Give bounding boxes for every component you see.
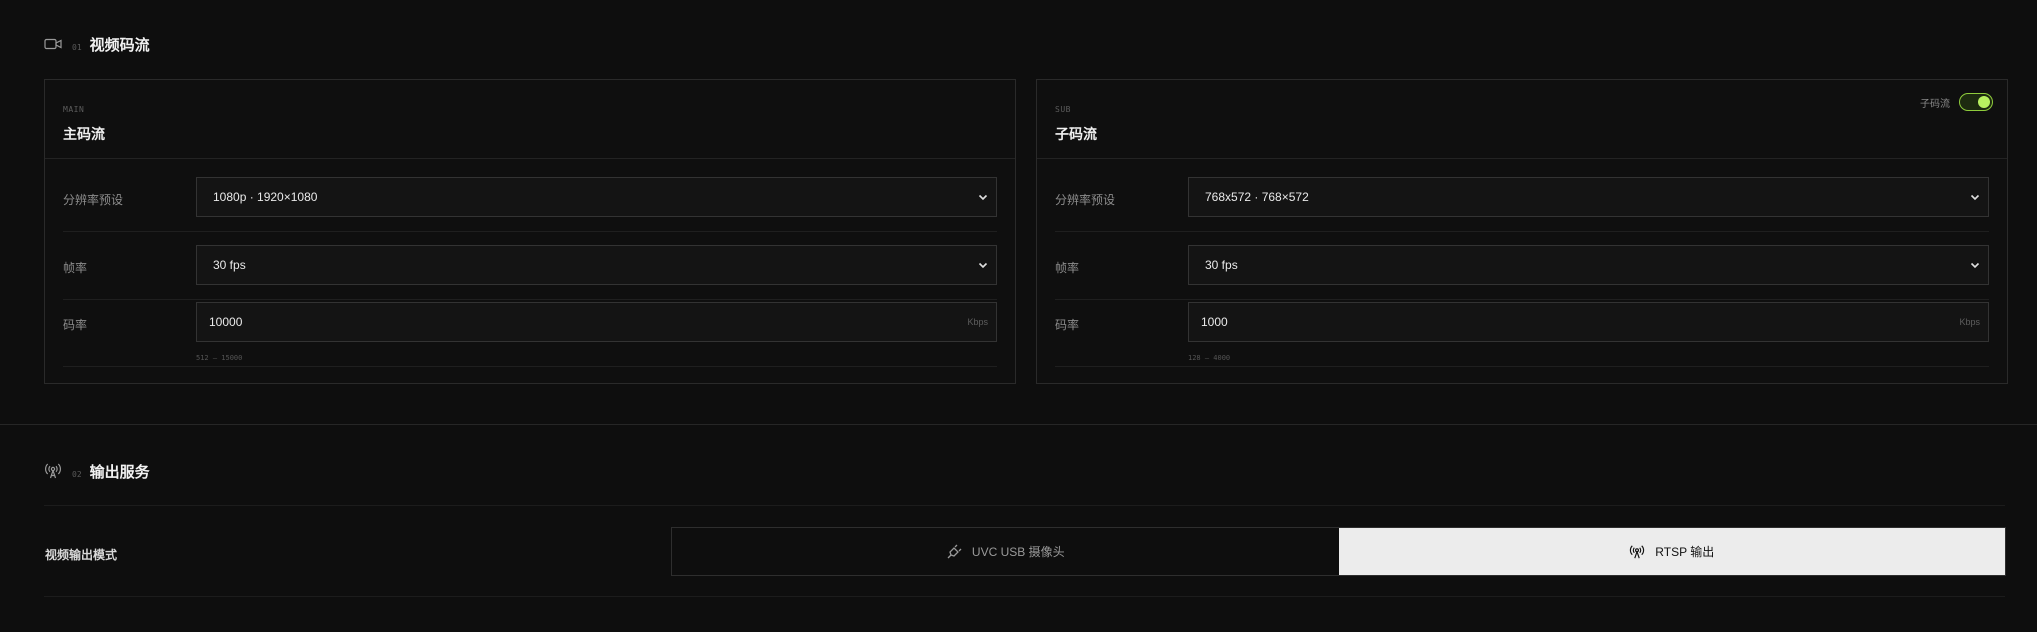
divider (45, 158, 1015, 159)
chevron-down-icon (976, 258, 990, 272)
output-mode-label: 视频输出模式 (45, 548, 118, 562)
option-label: RTSP 输出 (1655, 545, 1715, 559)
bitrate-value: 1000 (1201, 315, 1228, 329)
rtsp-output-option[interactable]: RTSP 输出 (1338, 528, 2005, 575)
section-divider (0, 424, 2037, 425)
broadcast-icon (44, 462, 62, 480)
row-separator (44, 596, 2005, 597)
framerate-label: 帧率 (63, 261, 88, 275)
stream-tag: MAIN (63, 105, 85, 114)
divider (1037, 158, 2007, 159)
resolution-select[interactable]: 1080p · 1920×1080 (196, 177, 997, 217)
framerate-label: 帧率 (1055, 261, 1080, 275)
toggle-knob (1978, 96, 1990, 108)
output-mode-segmented-control: UVC USB 摄像头 RTSP 输出 (671, 527, 2006, 576)
resolution-label: 分辨率预设 (63, 193, 124, 207)
section-title: 输出服务 (89, 463, 150, 481)
usb-plug-icon (947, 544, 962, 558)
resolution-value: 1080p · 1920×1080 (213, 190, 318, 204)
sub-stream-card: SUB 子码流 子码流 分辨率预设 768x572 · 768×572 帧率 3… (1036, 79, 2008, 384)
stream-name: 主码流 (63, 126, 105, 142)
row-separator (1055, 366, 1989, 367)
section-number: 02 (72, 469, 82, 479)
option-label: UVC USB 摄像头 (971, 545, 1065, 559)
bitrate-label: 码率 (1055, 318, 1080, 332)
toggle-label: 子码流 (1920, 98, 1950, 110)
bitrate-value: 10000 (209, 315, 243, 329)
framerate-select[interactable]: 30 fps (1188, 245, 1989, 285)
resolution-label: 分辨率预设 (1055, 193, 1116, 207)
row-separator (63, 366, 997, 367)
resolution-value: 768x572 · 768×572 (1205, 190, 1309, 204)
bitrate-hint: 512 – 15000 (196, 354, 243, 362)
card-header: MAIN 主码流 (63, 80, 1015, 158)
section-title: 视频码流 (89, 36, 150, 54)
bitrate-unit: Kbps (1959, 317, 1980, 327)
row-separator (44, 505, 2005, 506)
bitrate-label: 码率 (63, 318, 88, 332)
row-separator (63, 299, 997, 300)
chevron-down-icon (1968, 258, 1982, 272)
bitrate-unit: Kbps (967, 317, 988, 327)
broadcast-icon (1630, 544, 1645, 558)
uvc-usb-option[interactable]: UVC USB 摄像头 (672, 528, 1339, 575)
video-section-header: 01 视频码流 (44, 34, 150, 54)
bitrate-input[interactable]: 10000 Kbps (196, 302, 997, 342)
sub-stream-toggle-group: 子码流 (1920, 93, 1993, 111)
output-section-header: 02 输出服务 (44, 461, 150, 481)
bitrate-input[interactable]: 1000 Kbps (1188, 302, 1989, 342)
resolution-select[interactable]: 768x572 · 768×572 (1188, 177, 1989, 217)
chevron-down-icon (976, 190, 990, 204)
framerate-value: 30 fps (1205, 258, 1238, 272)
row-separator (1055, 299, 1989, 300)
framerate-value: 30 fps (213, 258, 246, 272)
video-camera-icon (44, 35, 62, 53)
card-header: SUB 子码流 (1055, 80, 2007, 158)
main-stream-card: MAIN 主码流 分辨率预设 1080p · 1920×1080 帧率 30 f… (44, 79, 1016, 384)
sub-stream-toggle[interactable] (1959, 93, 1993, 111)
stream-name: 子码流 (1055, 126, 1097, 142)
bitrate-hint: 128 – 4000 (1188, 354, 1231, 362)
row-separator (1055, 231, 1989, 232)
row-separator (63, 231, 997, 232)
section-number: 01 (72, 42, 82, 52)
chevron-down-icon (1968, 190, 1982, 204)
framerate-select[interactable]: 30 fps (196, 245, 997, 285)
stream-tag: SUB (1055, 105, 1071, 114)
